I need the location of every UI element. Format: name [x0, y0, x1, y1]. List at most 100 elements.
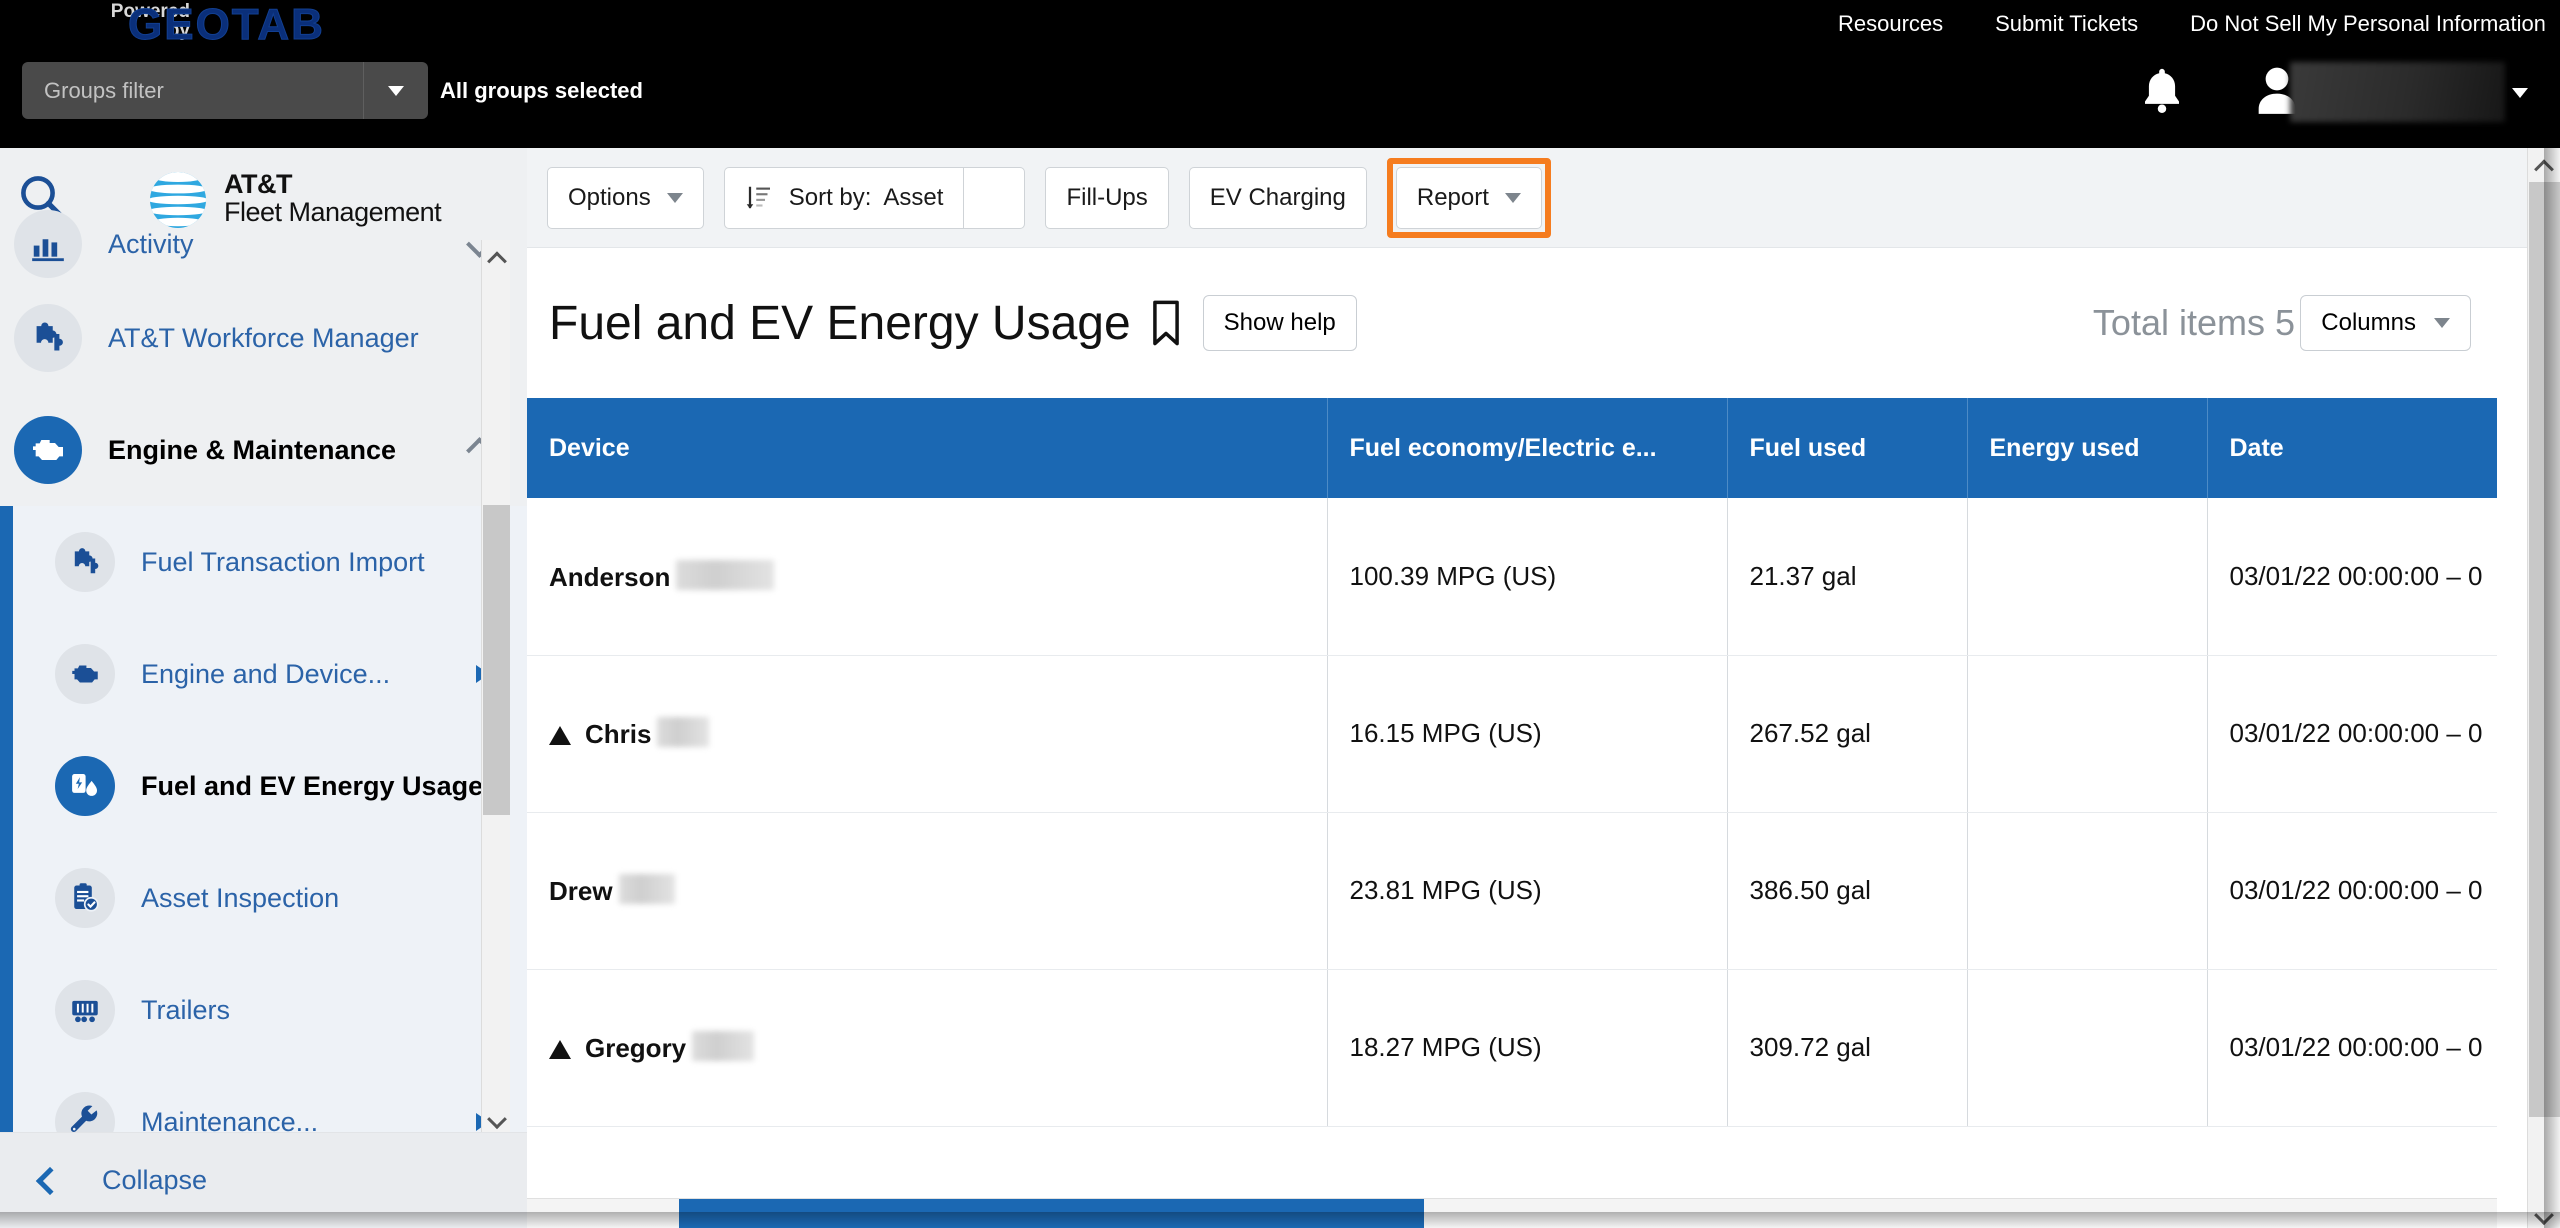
bar-chart-icon: [14, 210, 82, 278]
warning-triangle-icon: [549, 1040, 571, 1059]
columns-button[interactable]: Columns: [2300, 295, 2471, 351]
cell-date[interactable]: 03/01/22 00:00:00 – 0: [2207, 498, 2497, 656]
sidebar-scrollbar-thumb[interactable]: [483, 505, 510, 815]
device-name: Gregory: [585, 1033, 687, 1063]
sidebar-item-asset-inspection[interactable]: Asset Inspection: [13, 842, 527, 954]
chevron-left-icon: [35, 1166, 65, 1195]
sidebar-item-engine-and-maintenance[interactable]: Engine & Maintenance: [0, 394, 527, 506]
sidebar-item-fuel-transaction-import[interactable]: Fuel Transaction Import: [13, 506, 527, 618]
device-name: Drew: [549, 876, 613, 906]
device-name: Chris: [585, 719, 652, 749]
cell-fuel-used[interactable]: 21.37 gal: [1727, 498, 1968, 656]
groups-filter-dropdown[interactable]: Groups filter: [22, 62, 428, 119]
column-header-date[interactable]: Date: [2207, 398, 2497, 498]
scroll-down-arrow[interactable]: [482, 1098, 511, 1132]
cell-fuel-economy[interactable]: 23.81 MPG (US): [1327, 812, 1728, 970]
sidebar-item-activity[interactable]: Activity: [0, 206, 527, 282]
user-name-redacted[interactable]: [2290, 62, 2505, 122]
sidebar-item-att-workforce-manager[interactable]: AT&T Workforce Manager: [0, 282, 527, 394]
show-help-label: Show help: [1223, 309, 1336, 336]
sidebar-item-trailers[interactable]: Trailers: [13, 954, 527, 1066]
warning-triangle-icon: [549, 726, 571, 745]
sidebar-item-label: Asset Inspection: [141, 882, 340, 913]
cell-fuel-used[interactable]: 267.52 gal: [1727, 655, 1968, 813]
table-row[interactable]: Anderson 100.39 MPG (US) 21.37 gal 03/01/22…: [527, 498, 2497, 656]
sort-by-label: Sort by:: [788, 183, 872, 211]
window-shadow-bottom: [0, 1212, 2560, 1228]
cell-energy-used[interactable]: [1967, 498, 2208, 656]
page-header: Fuel and EV Energy Usage Show help Total…: [527, 248, 2527, 398]
cell-energy-used[interactable]: [1967, 969, 2208, 1127]
column-header-energy-used[interactable]: Energy used: [1967, 398, 2208, 498]
clipboard-check-icon: [55, 868, 115, 928]
puzzle-icon: [14, 304, 82, 372]
top-black-bar: Powered by GEOTAB Resources Submit Ticke…: [0, 0, 2560, 148]
groups-filter-input[interactable]: Groups filter: [22, 78, 363, 104]
cell-device[interactable]: Chris: [527, 655, 1328, 813]
report-label: Report: [1416, 183, 1489, 211]
cell-fuel-economy[interactable]: 16.15 MPG (US): [1327, 655, 1728, 813]
sidebar-item-label: Trailers: [141, 994, 231, 1025]
device-name-redacted: [657, 717, 710, 747]
cell-device[interactable]: Gregory: [527, 969, 1328, 1127]
show-help-button[interactable]: Show help: [1202, 295, 1357, 351]
top-link-do-not-sell[interactable]: Do Not Sell My Personal Information: [2190, 6, 2546, 42]
column-header-fuel-economy[interactable]: Fuel economy/Electric e...: [1327, 398, 1728, 498]
cell-fuel-economy[interactable]: 18.27 MPG (US): [1327, 969, 1728, 1127]
sidebar-item-label: Fuel Transaction Import: [141, 546, 425, 577]
geotab-logo: GEOTAB: [128, 0, 325, 50]
chevron-down-icon: [388, 85, 404, 96]
cell-date[interactable]: 03/01/22 00:00:00 – 0: [2207, 812, 2497, 970]
cell-energy-used[interactable]: [1967, 812, 2208, 970]
fuel-ev-energy-usage-table: Device Fuel economy/Electric e... Fuel u…: [527, 398, 2497, 1127]
scroll-up-arrow[interactable]: [482, 240, 511, 274]
cell-date[interactable]: 03/01/22 00:00:00 – 0: [2207, 969, 2497, 1127]
fill-ups-label: Fill-Ups: [1066, 183, 1148, 211]
column-header-device[interactable]: Device: [527, 398, 1328, 498]
options-button[interactable]: Options: [547, 166, 704, 229]
bookmark-icon[interactable]: [1147, 299, 1185, 347]
cell-device[interactable]: Drew: [527, 812, 1328, 970]
sort-by-button[interactable]: Sort by: Asset: [723, 166, 964, 229]
device-name: Anderson: [549, 561, 671, 592]
report-toolbar: Options Sort by: Asset Fill-Ups EV Charg…: [527, 148, 2527, 248]
cell-fuel-used[interactable]: 386.50 gal: [1727, 812, 1968, 970]
ev-charging-label: EV Charging: [1209, 183, 1346, 211]
sidebar-item-fuel-and-ev-energy-usage[interactable]: Fuel and EV Energy Usage: [13, 730, 527, 842]
sidebar-scroll-area: Activity AT&T Workforce Manager Engine &…: [0, 210, 527, 1178]
chevron-down-icon[interactable]: [2512, 88, 2528, 98]
top-link-submit-tickets[interactable]: Submit Tickets: [1995, 6, 2138, 42]
groups-filter-toggle[interactable]: [363, 62, 428, 119]
fuel-ev-icon: [55, 756, 115, 816]
table-row[interactable]: Chris 16.15 MPG (US) 267.52 gal 03/01/22 00…: [527, 655, 2497, 813]
table-row[interactable]: Drew 23.81 MPG (US) 386.50 gal 03/01/22 00:…: [527, 812, 2497, 970]
all-groups-selected-label: All groups selected: [440, 78, 643, 103]
cell-fuel-economy[interactable]: 100.39 MPG (US): [1327, 498, 1728, 656]
report-button-highlight: Report: [1386, 157, 1551, 238]
chevron-down-icon: [1504, 192, 1521, 203]
chevron-down-icon: [666, 192, 683, 203]
cell-device[interactable]: Anderson: [527, 498, 1328, 656]
cell-fuel-used[interactable]: 309.72 gal: [1727, 969, 1968, 1127]
top-link-resources[interactable]: Resources: [1838, 6, 1943, 42]
cell-date[interactable]: 03/01/22 00:00:00 – 0: [2207, 655, 2497, 813]
chevron-down-icon: [2434, 318, 2450, 328]
cell-energy-used[interactable]: [1967, 655, 2208, 813]
column-header-fuel-used[interactable]: Fuel used: [1727, 398, 1968, 498]
table-body: Anderson 100.39 MPG (US) 21.37 gal 03/01/22…: [527, 498, 2497, 1127]
sidebar-item-label: AT&T Workforce Manager: [108, 322, 419, 353]
puzzle-icon: [55, 532, 115, 592]
sort-by-control: Sort by: Asset: [723, 166, 1026, 229]
sort-by-dropdown-toggle[interactable]: [963, 166, 1026, 229]
bell-icon[interactable]: [2140, 68, 2184, 114]
sidebar-scrollbar[interactable]: [481, 240, 510, 1132]
options-label: Options: [568, 183, 651, 211]
table-row[interactable]: Gregory 18.27 MPG (US) 309.72 gal 03/01/22 …: [527, 969, 2497, 1127]
sidebar-item-engine-and-device[interactable]: Engine and Device...: [13, 618, 527, 730]
table-header-row: Device Fuel economy/Electric e... Fuel u…: [527, 398, 2497, 498]
fill-ups-button[interactable]: Fill-Ups: [1045, 166, 1169, 229]
ev-charging-button[interactable]: EV Charging: [1188, 166, 1367, 229]
report-button[interactable]: Report: [1395, 166, 1542, 229]
device-name-redacted: [692, 1031, 755, 1061]
left-sidebar: AT&T Fleet Management Activity AT&T Work…: [0, 148, 527, 1228]
